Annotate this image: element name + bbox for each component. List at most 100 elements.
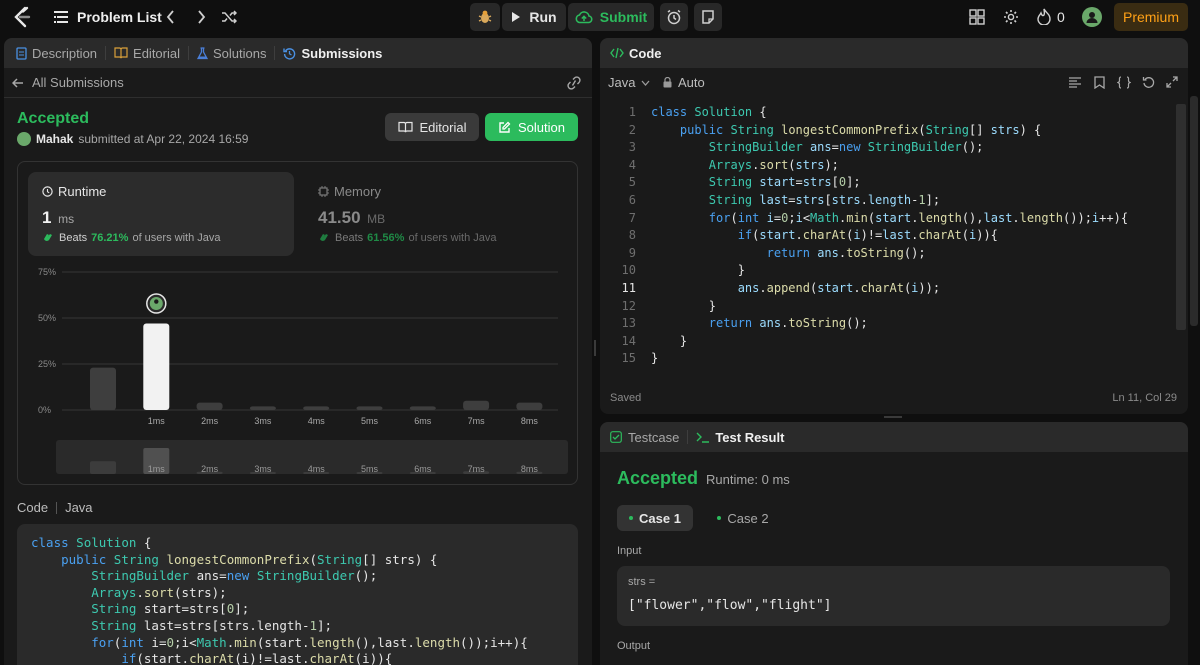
settings-gear-icon[interactable]: [1003, 9, 1019, 25]
memory-beats-pct: 61.56%: [367, 232, 405, 244]
reset-icon[interactable]: [1142, 76, 1155, 89]
code-editor[interactable]: 1 2 3 4 5 6 7 8 9 10 11 12 13 14 15 class Solution { p…: [600, 104, 1188, 380]
clap-icon: [42, 232, 55, 244]
y-tick-label: 25%: [38, 359, 56, 369]
layout-icon[interactable]: [969, 9, 985, 25]
editor-line: for(int i=0;i<Math.min(start.length(),la…: [708, 210, 1129, 225]
all-submissions-label: All Submissions: [32, 75, 124, 90]
vertical-resize-handle[interactable]: [594, 340, 596, 356]
submitted-time: submitted at Apr 22, 2024 16:59: [78, 132, 249, 146]
horizontal-resize-handle[interactable]: [884, 416, 902, 418]
chevron-down-icon: [641, 80, 650, 86]
x-tick-label: 1ms: [148, 416, 166, 426]
runtime-distribution-chart[interactable]: 75% 50% 25% 0% 1ms 2ms 3ms 4ms 5ms 6ms 7ms 8ms 1ms 2m…: [18, 262, 577, 484]
x-tick-label: 8ms: [521, 416, 539, 426]
runtime-value: 1: [42, 208, 52, 227]
submit-button[interactable]: Submit: [568, 3, 654, 31]
line-number: 15: [621, 351, 636, 366]
clock-icon: [42, 186, 53, 197]
overview-label: 8ms: [521, 464, 539, 474]
tab-submissions[interactable]: Submissions: [283, 46, 382, 61]
line-number: 3: [628, 140, 636, 155]
editor-line: return ans.toString();: [766, 245, 926, 260]
editor-line: return ans.toString();: [708, 316, 868, 331]
submitter-avatar[interactable]: [17, 132, 31, 146]
memory-beats-prefix: Beats: [335, 232, 364, 244]
editorial-button[interactable]: Editorial: [385, 113, 479, 141]
memory-box[interactable]: Memory 41.50 MB Beats 61.56% of users wi…: [304, 172, 570, 256]
overview-label: 5ms: [361, 464, 379, 474]
code-line: for(int i=0;i<Math.min(start.length(),la…: [91, 634, 528, 650]
chart-bar: [196, 402, 223, 410]
line-number: 12: [621, 298, 636, 313]
editor-line: ans.append(start.charAt(i));: [737, 280, 941, 295]
tab-testcase[interactable]: Testcase: [610, 430, 679, 445]
runtime-box[interactable]: Runtime 1 ms Beats 76.21% of users with …: [28, 172, 294, 256]
language-select[interactable]: Java: [608, 75, 650, 90]
bookmark-icon[interactable]: [1094, 76, 1105, 89]
pass-dot-icon: [629, 516, 634, 520]
case-1-tab[interactable]: Case 1: [617, 505, 693, 531]
test-tab-bar: Testcase Test Result: [600, 422, 1188, 452]
braces-icon[interactable]: [1117, 76, 1131, 89]
tab-divider: [274, 46, 276, 60]
input-var-name: strs =: [628, 576, 656, 588]
submitted-code-block[interactable]: class Solution { public String longestCo…: [17, 524, 578, 665]
play-icon: [511, 11, 521, 23]
divider: [4, 97, 592, 98]
tab-editorial[interactable]: Editorial: [114, 46, 180, 61]
user-marker-head: [154, 299, 159, 304]
user-avatar[interactable]: [1082, 7, 1102, 27]
tab-testcase-label: Testcase: [628, 429, 680, 445]
all-submissions-link[interactable]: All Submissions: [12, 75, 124, 90]
left-tab-bar: Description Editorial Solutions Submissi…: [4, 38, 592, 68]
test-runtime: Runtime: 0 ms: [706, 472, 790, 487]
submitter-name[interactable]: Mahak: [36, 132, 73, 146]
format-icon[interactable]: [1069, 77, 1081, 88]
code-editor-panel: Code Java Auto 1 2 3 4 5 6 7 8 9 10 11 12 13 14 15 cla…: [600, 38, 1188, 414]
fullscreen-icon[interactable]: [1166, 76, 1178, 88]
case-2-tab[interactable]: Case 2: [705, 505, 781, 531]
problem-list-button[interactable]: Problem List: [54, 9, 162, 25]
clap-icon: [318, 232, 331, 244]
line-number: 7: [628, 210, 636, 225]
leetcode-logo-icon[interactable]: [12, 6, 34, 28]
editor-code: class Solution { public String longestCo…: [651, 104, 1128, 368]
editor-line: }: [651, 298, 717, 313]
debug-button[interactable]: [470, 3, 500, 31]
auto-mode-toggle[interactable]: Auto: [663, 75, 705, 90]
run-button[interactable]: Run: [502, 3, 566, 31]
editor-scrollbar[interactable]: [1176, 104, 1186, 330]
notes-button[interactable]: [694, 3, 722, 31]
overview-bar: [90, 461, 116, 474]
share-link-icon[interactable]: [566, 76, 582, 90]
tab-description[interactable]: Description: [16, 46, 97, 61]
tab-divider: [687, 430, 689, 444]
memory-beats: Beats 61.56% of users with Java: [318, 232, 497, 244]
shuffle-icon[interactable]: [221, 10, 237, 24]
problem-list-label: Problem List: [77, 9, 162, 25]
next-problem-icon[interactable]: [196, 10, 206, 24]
submission-status: Accepted: [17, 110, 90, 127]
x-tick-label: 3ms: [254, 416, 272, 426]
solution-button-label: Solution: [518, 119, 565, 135]
runtime-beats-prefix: Beats: [59, 232, 88, 244]
editor-line: }: [651, 263, 745, 278]
timer-button[interactable]: [660, 3, 688, 31]
input-var-value[interactable]: ["flower","flow","flight"]: [628, 598, 832, 613]
streak-counter[interactable]: 0: [1037, 8, 1065, 25]
runtime-value-row: 1 ms: [42, 208, 74, 228]
overview-label: 3ms: [254, 464, 272, 474]
prev-problem-icon[interactable]: [166, 10, 176, 24]
runtime-beats-pct: 76.21%: [91, 232, 129, 244]
input-label: Input: [617, 545, 642, 557]
code-line: if(start.charAt(i)!=last.charAt(i)){: [121, 651, 393, 665]
streak-count: 0: [1057, 8, 1065, 25]
code-lang-row: Code Java: [17, 500, 93, 515]
tab-test-result[interactable]: Test Result: [696, 430, 784, 445]
line-number: 14: [621, 333, 636, 348]
premium-button[interactable]: Premium: [1114, 3, 1188, 31]
solution-button[interactable]: Solution: [485, 113, 578, 141]
tab-solutions[interactable]: Solutions: [197, 46, 266, 61]
page-scrollbar[interactable]: [1190, 96, 1198, 326]
